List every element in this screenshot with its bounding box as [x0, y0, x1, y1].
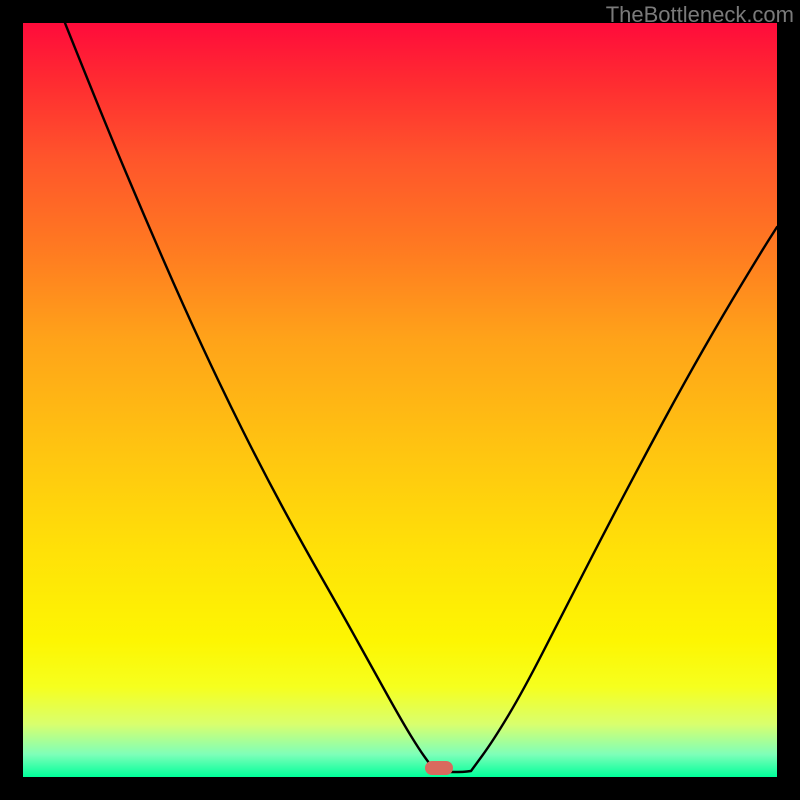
- frame-right: [777, 0, 800, 800]
- watermark-text: TheBottleneck.com: [606, 2, 794, 28]
- optimal-point-marker: [425, 761, 453, 775]
- frame-bottom: [0, 777, 800, 800]
- plot-area: [23, 23, 777, 777]
- chart-stage: TheBottleneck.com: [0, 0, 800, 800]
- frame-left: [0, 0, 23, 800]
- bottleneck-curve: [23, 23, 777, 777]
